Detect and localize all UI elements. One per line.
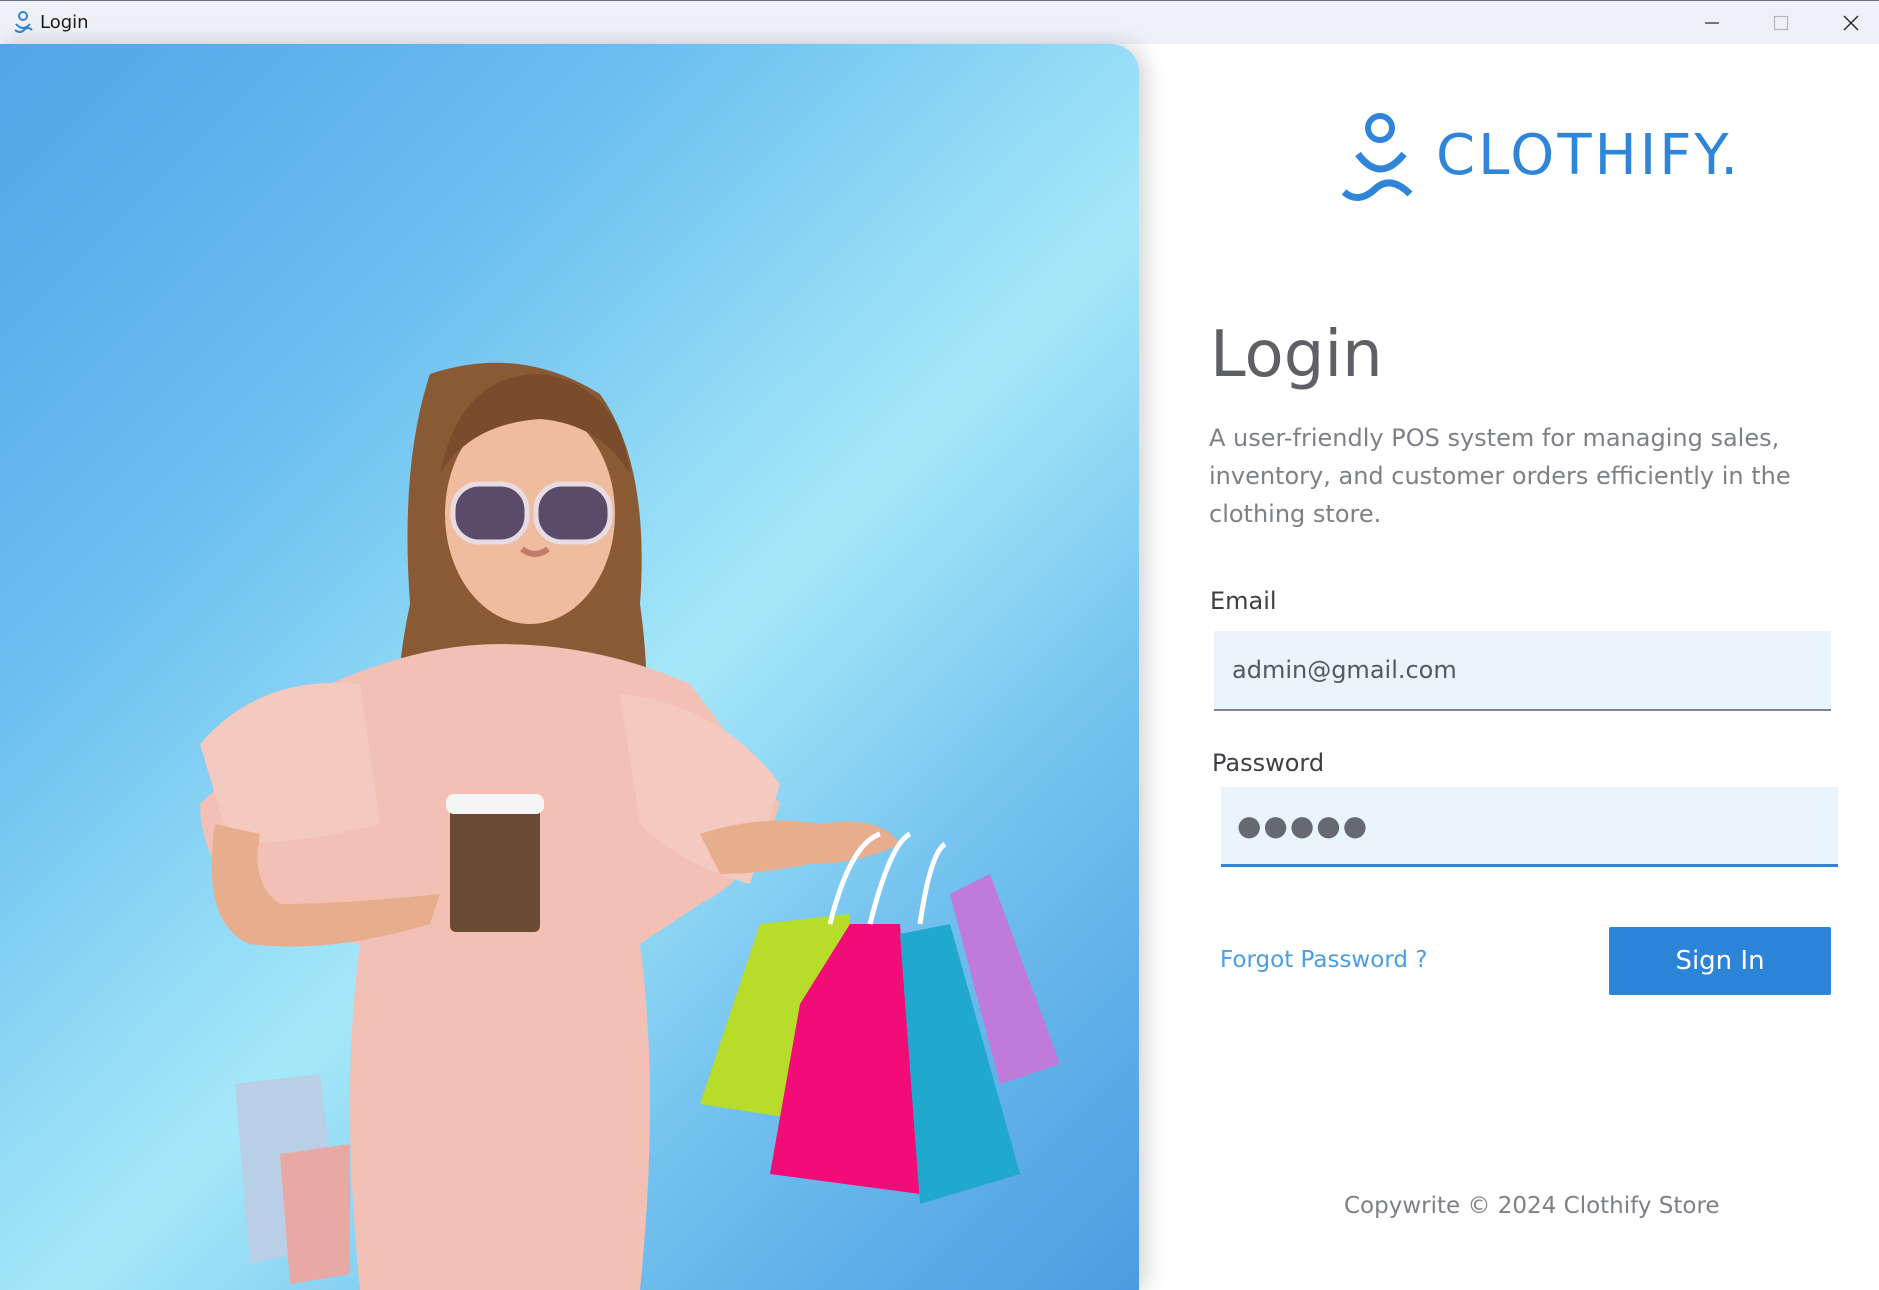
forgot-password-link[interactable]: Forgot Password ? (1220, 947, 1427, 973)
sign-in-button[interactable]: Sign In (1609, 927, 1831, 995)
password-dots: ●●●●● (1237, 809, 1370, 842)
shopping-woman-illustration (200, 362, 1060, 1290)
password-label: Password (1212, 749, 1325, 777)
minimize-button[interactable] (1677, 1, 1747, 44)
close-icon (1843, 15, 1859, 31)
maximize-button[interactable] (1746, 1, 1816, 44)
minimize-icon (1705, 22, 1719, 24)
password-field[interactable]: ●●●●● (1221, 787, 1838, 867)
email-label: Email (1210, 587, 1277, 615)
clothify-logo-icon (1341, 113, 1413, 201)
app-logo-icon (12, 10, 34, 34)
window-title: Login (40, 12, 89, 33)
hero-image-panel (0, 44, 1139, 1290)
window-titlebar: Login (0, 0, 1879, 44)
maximize-icon (1773, 15, 1789, 31)
close-button[interactable] (1816, 1, 1879, 44)
page-title: Login (1210, 318, 1383, 392)
copyright-text: Copywrite © 2024 Clothify Store (1344, 1193, 1720, 1219)
login-description: A user-friendly POS system for managing … (1209, 424, 1791, 528)
email-field[interactable] (1214, 631, 1831, 711)
brand-name: CLOTHIFY. (1436, 123, 1742, 188)
